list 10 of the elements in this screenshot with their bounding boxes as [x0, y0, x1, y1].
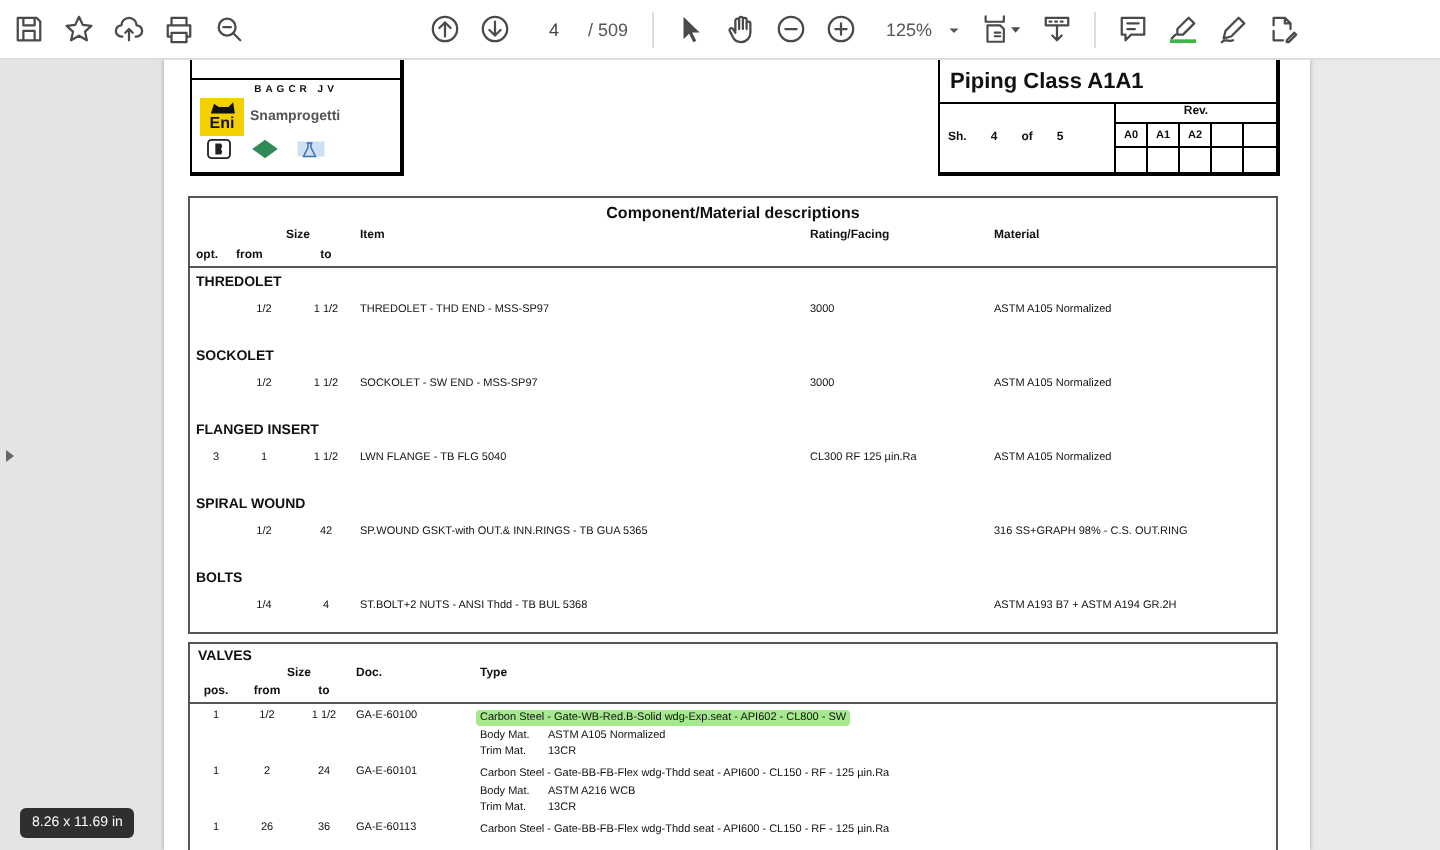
table-title: Component/Material descriptions	[606, 204, 860, 222]
expand-panel-icon[interactable]	[6, 449, 14, 461]
caret-icon[interactable]	[948, 23, 961, 35]
flask-logo-icon	[296, 138, 326, 160]
zoom-dropdown[interactable]: 125%	[866, 7, 973, 51]
b-badge-icon	[204, 138, 234, 160]
eni-logo: Eni	[200, 98, 244, 136]
piping-class-title: Piping Class A1A1	[940, 60, 1276, 104]
page-total: / 509	[588, 19, 629, 39]
diamond-logo-icon	[250, 138, 280, 160]
